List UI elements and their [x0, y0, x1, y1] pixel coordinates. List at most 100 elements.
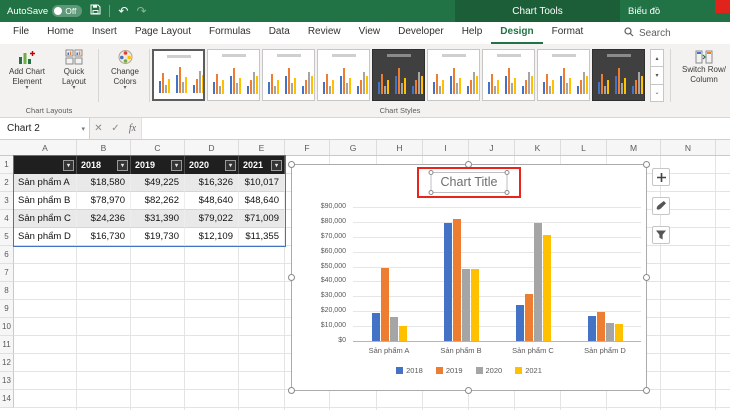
bar-2019-s-n-ph-m-a[interactable]: [381, 268, 389, 341]
bar-2018-s-n-ph-m-a[interactable]: [372, 313, 380, 341]
legend-item-2021[interactable]: 2021: [515, 366, 542, 375]
value-cell[interactable]: $11,355: [239, 228, 285, 246]
bar-2020-s-n-ph-m-c[interactable]: [534, 223, 542, 341]
bar-2021-s-n-ph-m-a[interactable]: [399, 326, 407, 341]
column-header-k[interactable]: K: [515, 140, 561, 155]
search-box[interactable]: Search: [624, 22, 671, 44]
column-header-c[interactable]: C: [131, 140, 185, 155]
row-header-3[interactable]: 3: [0, 192, 14, 210]
column-header-l[interactable]: L: [561, 140, 607, 155]
column-header-h[interactable]: H: [377, 140, 423, 155]
bar-2021-s-n-ph-m-b[interactable]: [471, 269, 479, 341]
value-cell[interactable]: $82,262: [131, 192, 185, 210]
row-header-5[interactable]: 5: [0, 228, 14, 246]
column-header-b[interactable]: B: [77, 140, 131, 155]
tab-review[interactable]: Review: [299, 22, 350, 44]
column-header-f[interactable]: F: [285, 140, 330, 155]
close-button[interactable]: [715, 0, 730, 13]
embedded-chart[interactable]: Chart Title $0$10,000$20,000$30,000$40,0…: [291, 164, 647, 391]
row-header-2[interactable]: 2: [0, 174, 14, 192]
value-cell[interactable]: $31,390: [131, 210, 185, 228]
gallery-up-button[interactable]: ▴: [650, 49, 664, 67]
bar-2018-s-n-ph-m-b[interactable]: [444, 223, 452, 341]
legend-item-2018[interactable]: 2018: [396, 366, 423, 375]
value-cell[interactable]: $18,580: [77, 174, 131, 192]
row-header-8[interactable]: 8: [0, 282, 14, 300]
bar-2018-s-n-ph-m-d[interactable]: [588, 316, 596, 341]
row-header-14[interactable]: 14: [0, 390, 14, 408]
resize-handle[interactable]: [643, 274, 650, 281]
row-header-9[interactable]: 9: [0, 300, 14, 318]
resize-handle[interactable]: [643, 387, 650, 394]
bar-2019-s-n-ph-m-d[interactable]: [597, 312, 605, 341]
tab-help[interactable]: Help: [453, 22, 492, 44]
value-cell[interactable]: $10,017: [239, 174, 285, 192]
enter-button[interactable]: ✓: [107, 118, 124, 139]
product-name-cell[interactable]: Sản phẩm A: [14, 174, 77, 192]
chart-style-thumbnail-2[interactable]: [207, 49, 260, 101]
resize-handle[interactable]: [288, 387, 295, 394]
tab-view[interactable]: View: [350, 22, 390, 44]
value-cell[interactable]: $71,009: [239, 210, 285, 228]
table-header-cell-blank[interactable]: ▾: [14, 156, 77, 174]
row-header-10[interactable]: 10: [0, 318, 14, 336]
value-cell[interactable]: $48,640: [185, 192, 239, 210]
undo-icon[interactable]: ↶: [118, 5, 128, 17]
row-header-11[interactable]: 11: [0, 336, 14, 354]
value-cell[interactable]: $12,109: [185, 228, 239, 246]
cancel-button[interactable]: ✕: [90, 118, 107, 139]
bar-2021-s-n-ph-m-c[interactable]: [543, 235, 551, 341]
column-header-i[interactable]: I: [423, 140, 469, 155]
column-header-d[interactable]: D: [185, 140, 239, 155]
chart-style-thumbnail-4[interactable]: [317, 49, 370, 101]
formula-input[interactable]: [141, 118, 730, 139]
change-colors-button[interactable]: Change Colors ▾: [102, 49, 148, 91]
value-cell[interactable]: $78,970: [77, 192, 131, 210]
name-box[interactable]: Chart 2 ▾: [0, 118, 90, 139]
bar-2020-s-n-ph-m-d[interactable]: [606, 323, 614, 341]
chart-styles-button[interactable]: [652, 197, 670, 215]
value-cell[interactable]: $19,730: [131, 228, 185, 246]
table-header-cell-2018[interactable]: 2018▾: [77, 156, 131, 174]
switch-row-column-button[interactable]: Switch Row/ Column: [676, 49, 730, 84]
value-cell[interactable]: $49,225: [131, 174, 185, 192]
gallery-more-button[interactable]: ⌄: [650, 84, 664, 102]
column-header-a[interactable]: A: [14, 140, 77, 155]
chart-elements-button[interactable]: [652, 168, 670, 186]
row-header-13[interactable]: 13: [0, 372, 14, 390]
product-name-cell[interactable]: Sản phẩm D: [14, 228, 77, 246]
value-cell[interactable]: $16,730: [77, 228, 131, 246]
tab-home[interactable]: Home: [38, 22, 83, 44]
column-header-j[interactable]: J: [469, 140, 515, 155]
row-header-4[interactable]: 4: [0, 210, 14, 228]
product-name-cell[interactable]: Sản phẩm C: [14, 210, 77, 228]
resize-handle[interactable]: [288, 274, 295, 281]
bar-2021-s-n-ph-m-d[interactable]: [615, 324, 623, 341]
gallery-down-button[interactable]: ▾: [650, 66, 664, 84]
legend-item-2020[interactable]: 2020: [476, 366, 503, 375]
table-header-cell-2019[interactable]: 2019▾: [131, 156, 185, 174]
column-header-e[interactable]: E: [239, 140, 285, 155]
value-cell[interactable]: $16,326: [185, 174, 239, 192]
tab-data[interactable]: Data: [260, 22, 299, 44]
value-cell[interactable]: $24,236: [77, 210, 131, 228]
chart-style-thumbnail-3[interactable]: [262, 49, 315, 101]
tab-developer[interactable]: Developer: [389, 22, 453, 44]
filter-dropdown-icon[interactable]: ▾: [117, 160, 128, 171]
resize-handle[interactable]: [465, 387, 472, 394]
filter-dropdown-icon[interactable]: ▾: [171, 160, 182, 171]
chart-style-thumbnail-6[interactable]: [427, 49, 480, 101]
autosave-switch[interactable]: Off: [52, 5, 82, 17]
tab-file[interactable]: File: [4, 22, 38, 44]
tab-insert[interactable]: Insert: [83, 22, 126, 44]
filter-dropdown-icon[interactable]: ▾: [63, 160, 74, 171]
bar-2020-s-n-ph-m-b[interactable]: [462, 269, 470, 341]
chart-style-thumbnail-5[interactable]: [372, 49, 425, 101]
row-header-12[interactable]: 12: [0, 354, 14, 372]
bar-2019-s-n-ph-m-c[interactable]: [525, 294, 533, 341]
row-header-6[interactable]: 6: [0, 246, 14, 264]
autosave-toggle[interactable]: AutoSave Off: [7, 5, 82, 17]
bar-2020-s-n-ph-m-a[interactable]: [390, 317, 398, 341]
column-header-g[interactable]: G: [330, 140, 377, 155]
product-name-cell[interactable]: Sản phẩm B: [14, 192, 77, 210]
